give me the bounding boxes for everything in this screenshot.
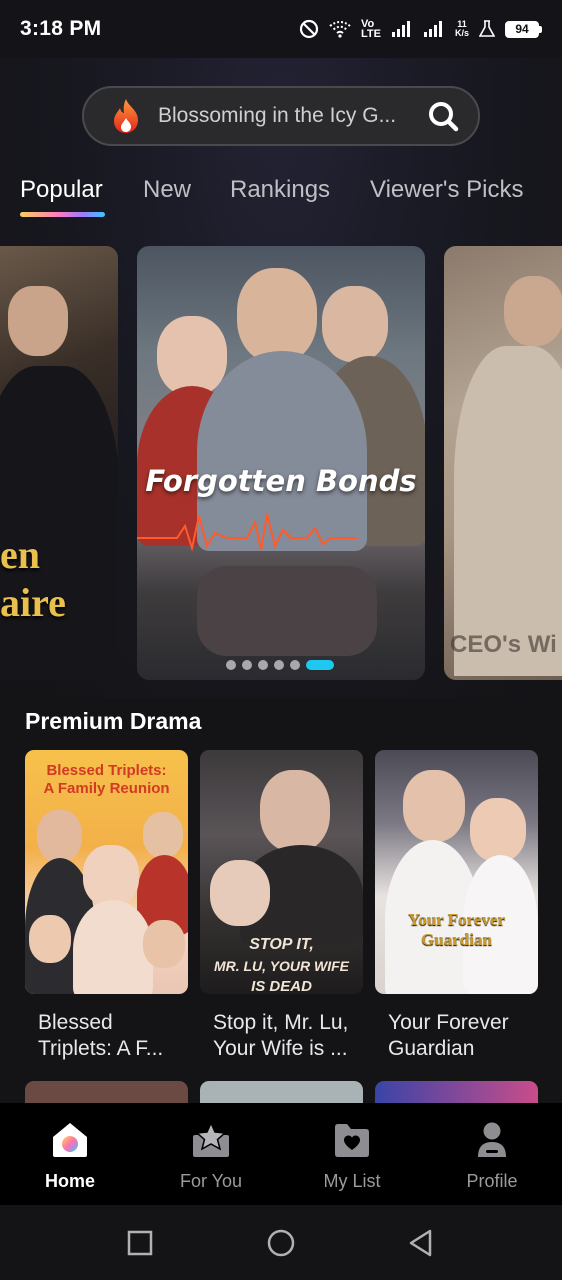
signal-icon-1: [391, 21, 410, 37]
featured-carousel[interactable]: en aire Forgotten Bonds CEO's Wi: [0, 246, 562, 680]
battery-indicator: 94: [505, 20, 542, 38]
drama-poster[interactable]: STOP IT, MR. LU, YOUR WIFE IS DEAD: [200, 750, 363, 994]
person-icon: [478, 1122, 506, 1157]
tab-new[interactable]: New: [143, 176, 191, 204]
bottom-navigation: Home For You My List Profile: [0, 1103, 562, 1205]
tab-popular[interactable]: Popular: [20, 176, 103, 204]
carousel-dot[interactable]: [242, 660, 252, 670]
active-tab-indicator: [20, 212, 105, 217]
carousel-dot-active[interactable]: [306, 660, 334, 670]
drama-card-partial[interactable]: [25, 1081, 188, 1103]
drama-title[interactable]: Blessed Triplets: A F...: [25, 1010, 175, 1062]
status-time: 3:18 PM: [20, 17, 102, 40]
drama-title[interactable]: Your Forever Guardian: [375, 1010, 525, 1062]
drama-poster[interactable]: Blessed Triplets: A Family Reunion: [25, 750, 188, 994]
carousel-card-current[interactable]: Forgotten Bonds: [137, 246, 425, 680]
home-icon: [53, 1123, 87, 1157]
signal-icon-2: [423, 21, 442, 37]
drama-card-stop-it-mr-lu[interactable]: STOP IT, MR. LU, YOUR WIFE IS DEAD Stop …: [200, 750, 363, 1062]
search-query: Blossoming in the Icy G...: [158, 104, 397, 127]
search-icon[interactable]: [426, 99, 460, 133]
search-bar[interactable]: Blossoming in the Icy G...: [82, 86, 480, 146]
drama-title[interactable]: Stop it, Mr. Lu, Your Wife is ...: [200, 1010, 350, 1062]
nav-for-you[interactable]: For You: [141, 1121, 281, 1192]
carousel-dot[interactable]: [258, 660, 268, 670]
star-icon: [193, 1121, 229, 1157]
drama-card-partial[interactable]: [375, 1081, 538, 1103]
home-button-icon[interactable]: [265, 1227, 297, 1259]
carousel-card-next[interactable]: CEO's Wi: [444, 246, 562, 680]
carousel-pagination: [226, 660, 334, 670]
category-tabs: Popular New Rankings Viewer's Picks: [0, 176, 562, 226]
network-speed: 11 K/s: [454, 19, 469, 38]
drama-poster[interactable]: Your Forever Guardian: [375, 750, 538, 994]
carousel-card-previous[interactable]: en aire: [0, 246, 118, 680]
flame-icon: [114, 99, 138, 133]
system-navigation-bar: [0, 1205, 562, 1280]
tab-viewers-picks[interactable]: Viewer's Picks: [370, 176, 524, 204]
wifi-icon: [329, 21, 351, 38]
volte-indicator: Vo LTE: [361, 18, 381, 40]
back-icon[interactable]: [405, 1227, 437, 1259]
do-not-disturb-icon: [299, 19, 319, 39]
carousel-card-previous-title: en aire: [0, 532, 66, 625]
carousel-dot[interactable]: [274, 660, 284, 670]
carousel-dot[interactable]: [226, 660, 236, 670]
nav-profile[interactable]: Profile: [422, 1121, 562, 1192]
carousel-card-next-title: CEO's Wi: [450, 631, 557, 658]
status-icons: Vo LTE 11 K/s 94: [299, 18, 542, 40]
status-bar: 3:18 PM Vo LTE 11 K/s 94: [0, 0, 562, 58]
nav-my-list[interactable]: My List: [282, 1121, 422, 1192]
heartbeat-line-graphic: [137, 513, 357, 552]
drama-card-blessed-triplets[interactable]: Blessed Triplets: A Family Reunion Bless…: [25, 750, 188, 1062]
section-title-premium-drama: Premium Drama: [25, 708, 202, 734]
nav-home[interactable]: Home: [0, 1121, 140, 1192]
carousel-card-title: Forgotten Bonds: [145, 464, 417, 498]
tab-rankings[interactable]: Rankings: [230, 176, 330, 204]
drama-card-your-forever-guardian[interactable]: Your Forever Guardian Your Forever Guard…: [375, 750, 538, 1062]
flask-icon: [479, 20, 495, 37]
folder-heart-icon: [335, 1124, 369, 1157]
drama-card-partial[interactable]: [200, 1081, 363, 1103]
recents-icon[interactable]: [124, 1227, 156, 1259]
carousel-dot[interactable]: [290, 660, 300, 670]
